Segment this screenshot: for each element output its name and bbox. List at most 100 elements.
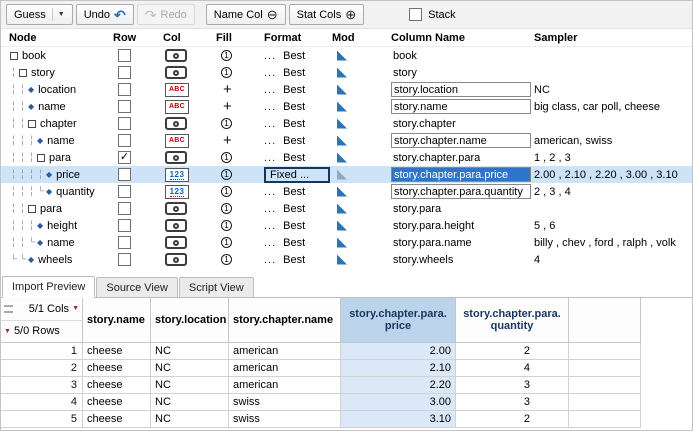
row-checkbox[interactable] — [118, 236, 131, 249]
format-options-button[interactable]: ... — [264, 152, 276, 164]
mod-icon[interactable] — [337, 221, 347, 231]
stat-cols-button[interactable]: Stat Cols ⊕ — [289, 4, 365, 25]
mod-icon[interactable] — [337, 136, 347, 146]
tree-row[interactable]: └└◆wheels1...Beststory.wheels4 — [1, 251, 692, 268]
no-column-icon[interactable] — [165, 66, 187, 79]
format-value-focused[interactable]: Fixed ... — [264, 167, 330, 183]
format-cell[interactable]: ...Best — [264, 220, 332, 232]
column-name-input[interactable]: story.chapter.name — [391, 133, 531, 148]
tree-row[interactable]: book1...Bestbook — [1, 47, 692, 64]
preview-column-header[interactable]: story.chapter.name — [229, 298, 341, 343]
column-name-input[interactable]: story.location — [391, 82, 531, 97]
row-checkbox[interactable] — [118, 253, 131, 266]
tree-row[interactable]: ¦¦chapter1...Beststory.chapter — [1, 115, 692, 132]
preview-column-header[interactable]: story.location — [151, 298, 229, 343]
fill-expand-icon[interactable]: + — [223, 135, 232, 147]
mod-icon[interactable] — [337, 68, 347, 78]
undo-button[interactable]: Undo ↶ — [76, 4, 134, 25]
fill-once-icon[interactable]: 1 — [221, 50, 232, 61]
row-checkbox[interactable] — [118, 134, 131, 147]
format-options-button[interactable]: ... — [264, 203, 276, 215]
mod-icon[interactable] — [337, 187, 347, 197]
rows-menu-icon[interactable]: ▼ — [4, 328, 11, 335]
fill-once-icon[interactable]: 1 — [221, 67, 232, 78]
column-name-input[interactable]: story.chapter.para.quantity — [391, 184, 531, 199]
mod-icon[interactable] — [337, 51, 347, 61]
tree-row[interactable]: ¦¦◆locationABC+...Beststory.locationNC — [1, 81, 692, 98]
format-options-button[interactable]: ... — [264, 50, 276, 62]
no-column-icon[interactable] — [165, 219, 187, 232]
columns-panel[interactable]: 5/1 Cols ▼ — [1, 298, 82, 321]
column-name-input[interactable]: story.name — [391, 99, 531, 114]
mod-icon[interactable] — [337, 170, 347, 180]
fill-once-icon[interactable]: 1 — [221, 169, 232, 180]
fill-once-icon[interactable]: 1 — [221, 203, 232, 214]
tree-row[interactable]: ¦¦¦◆height1...Beststory.para.height5 , 6 — [1, 217, 692, 234]
numeric-column-icon[interactable]: 123 — [165, 168, 189, 182]
preview-column-header[interactable]: story.chapter.para.quantity — [456, 298, 569, 343]
fill-once-icon[interactable]: 1 — [221, 186, 232, 197]
tree-row[interactable]: ¦¦¦└◆quantity1231...Beststory.chapter.pa… — [1, 183, 692, 200]
redo-button[interactable]: ↷ Redo — [137, 4, 195, 25]
text-column-icon[interactable]: ABC — [165, 83, 189, 97]
tab-script-view[interactable]: Script View — [179, 277, 254, 297]
format-options-button[interactable]: ... — [264, 118, 276, 130]
chevron-down-icon[interactable]: ▼ — [52, 8, 65, 21]
row-checkbox[interactable]: ✓ — [118, 151, 131, 164]
format-cell[interactable]: ...Best — [264, 84, 332, 96]
element-node-icon[interactable] — [19, 69, 27, 77]
tree-row[interactable]: ¦¦¦¦◆price1231Fixed ...story.chapter.par… — [1, 166, 692, 183]
element-node-icon[interactable] — [28, 120, 36, 128]
fill-once-icon[interactable]: 1 — [221, 152, 232, 163]
format-options-button[interactable]: ... — [264, 186, 276, 198]
fill-once-icon[interactable]: 1 — [221, 220, 232, 231]
format-options-button[interactable]: ... — [264, 254, 276, 266]
mod-icon[interactable] — [337, 255, 347, 265]
no-column-icon[interactable] — [165, 49, 187, 62]
format-cell[interactable]: ...Best — [264, 186, 332, 198]
element-node-icon[interactable] — [10, 52, 18, 60]
fill-once-icon[interactable]: 1 — [221, 118, 232, 129]
format-cell[interactable]: ...Best — [264, 135, 332, 147]
no-column-icon[interactable] — [165, 151, 187, 164]
format-options-button[interactable]: ... — [264, 135, 276, 147]
row-checkbox[interactable] — [118, 66, 131, 79]
fill-expand-icon[interactable]: + — [223, 101, 232, 113]
fill-expand-icon[interactable]: + — [223, 84, 232, 96]
format-options-button[interactable]: ... — [264, 84, 276, 96]
format-cell[interactable]: ...Best — [264, 101, 332, 113]
mod-icon[interactable] — [337, 119, 347, 129]
stack-checkbox[interactable] — [409, 8, 422, 21]
format-options-button[interactable]: ... — [264, 67, 276, 79]
row-checkbox[interactable] — [118, 100, 131, 113]
mod-icon[interactable] — [337, 153, 347, 163]
format-cell[interactable]: ...Best — [264, 152, 332, 164]
column-name-input[interactable]: story.chapter.para.price — [391, 167, 531, 182]
tree-row[interactable]: ¦¦¦◆nameABC+...Beststory.chapter.nameame… — [1, 132, 692, 149]
tab-import-preview[interactable]: Import Preview — [2, 276, 95, 298]
format-cell[interactable]: ...Best — [264, 67, 332, 79]
tree-row[interactable]: ¦story1...Beststory — [1, 64, 692, 81]
preview-column-header[interactable] — [569, 298, 641, 343]
format-cell[interactable]: ...Best — [264, 254, 332, 266]
format-options-button[interactable]: ... — [264, 237, 276, 249]
tree-row[interactable]: ¦¦¦para✓1...Beststory.chapter.para1 , 2 … — [1, 149, 692, 166]
tree-row[interactable]: ¦¦para1...Beststory.para — [1, 200, 692, 217]
fill-once-icon[interactable]: 1 — [221, 254, 232, 265]
preview-column-header[interactable]: story.chapter.para.price — [341, 298, 456, 343]
row-checkbox[interactable] — [118, 185, 131, 198]
tree-row[interactable]: ¦¦◆nameABC+...Beststory.namebig class, c… — [1, 98, 692, 115]
fill-once-icon[interactable]: 1 — [221, 237, 232, 248]
tab-source-view[interactable]: Source View — [96, 277, 178, 297]
text-column-icon[interactable]: ABC — [165, 134, 189, 148]
format-options-button[interactable]: ... — [264, 220, 276, 232]
row-checkbox[interactable] — [118, 219, 131, 232]
text-column-icon[interactable]: ABC — [165, 100, 189, 114]
row-checkbox[interactable] — [118, 168, 131, 181]
guess-button[interactable]: Guess ▼ — [6, 4, 73, 25]
format-cell[interactable]: ...Best — [264, 50, 332, 62]
no-column-icon[interactable] — [165, 253, 187, 266]
format-cell[interactable]: ...Best — [264, 203, 332, 215]
format-options-button[interactable]: ... — [264, 101, 276, 113]
format-cell[interactable]: ...Best — [264, 118, 332, 130]
